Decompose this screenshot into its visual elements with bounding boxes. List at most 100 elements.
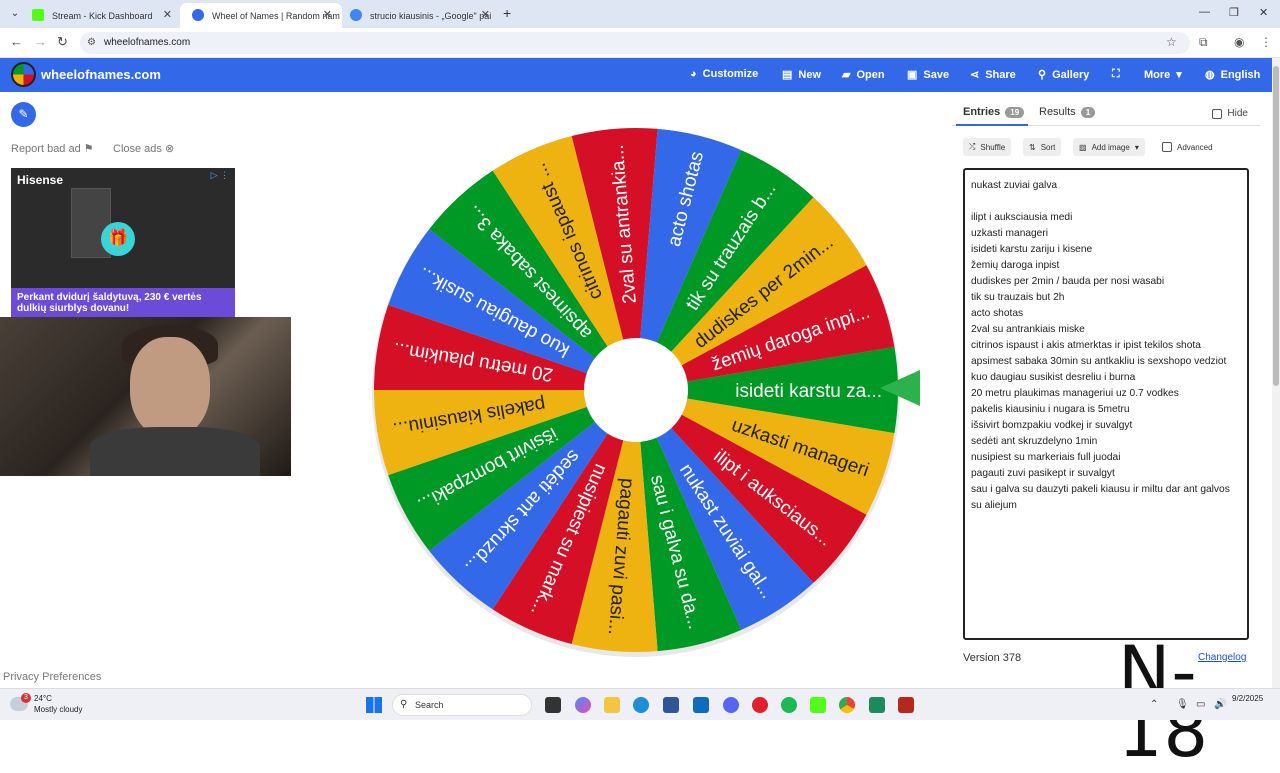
address-bar-row: ← → ↻ ⚙ wheelofnames.com ☆ ⧉ ◉ ⋮ xyxy=(0,28,1280,58)
report-bad-ad-link[interactable]: Report bad ad ⚑ xyxy=(11,142,94,155)
tab-title: Wheel of Names | Random nam xyxy=(212,10,340,21)
open-button[interactable]: ▰ Open xyxy=(842,68,885,82)
kick-favicon-icon xyxy=(32,9,44,21)
folder-icon: ▰ xyxy=(842,69,851,81)
entry-line: ilipt i auksciausia medi xyxy=(971,212,1073,223)
volume-icon[interactable]: 🔊 xyxy=(1214,699,1226,710)
entry-line: 2val su antrankiais miske xyxy=(971,324,1085,335)
gallery-button[interactable]: ⚲ Gallery xyxy=(1038,68,1089,82)
sort-button[interactable]: ⇅ Sort xyxy=(1023,138,1062,156)
close-tab-icon[interactable]: ✕ xyxy=(481,8,490,21)
entry-line: citrinos ispaust i akis atmerktas ir ipi… xyxy=(971,340,1201,351)
tab-kick-dashboard[interactable]: Stream - Kick Dashboard ✕ xyxy=(20,3,182,28)
reload-icon[interactable]: ↻ xyxy=(57,34,68,50)
bookmark-star-icon[interactable]: ☆ xyxy=(1166,35,1177,49)
results-count-badge: 1 xyxy=(1080,106,1096,118)
profile-icon[interactable]: ◉ xyxy=(1234,35,1244,49)
spotify-icon[interactable] xyxy=(781,697,797,713)
spin-wheel[interactable]: isideti karstu za...uzkasti manageriilip… xyxy=(366,120,906,660)
chrome-icon[interactable] xyxy=(839,697,855,713)
entry-line: apsimest sabaka 30min su antkakliu is se… xyxy=(971,356,1227,367)
brand-title[interactable]: wheelofnames.com xyxy=(41,67,161,82)
entries-sidebar: Entries 19 Results 1 Hide ⤮ Shuffle ⇅ Sort ▨… xyxy=(952,96,1260,680)
ad-promo-text: Perkant dvidurį šaldytuvą, 230 € vertės … xyxy=(11,288,235,318)
scrollbar-thumb[interactable] xyxy=(1273,66,1279,386)
tab-entries[interactable]: Entries 19 xyxy=(963,106,1025,118)
add-image-label: Add image xyxy=(1091,142,1130,152)
wheel-logo-icon[interactable] xyxy=(11,62,36,87)
hide-checkbox[interactable]: Hide xyxy=(1212,108,1248,119)
close-tab-icon[interactable]: ✕ xyxy=(323,8,332,21)
page-scrollbar[interactable] xyxy=(1272,58,1280,688)
caret-down-icon: ▾ xyxy=(1176,69,1182,81)
site-info-icon[interactable]: ⚙ xyxy=(87,32,96,54)
checkbox-icon xyxy=(1212,108,1223,119)
task-view-icon[interactable] xyxy=(545,697,561,713)
microphone-icon[interactable]: 🎙 xyxy=(1176,699,1189,710)
browser-menu-icon[interactable]: ⋮ xyxy=(1260,35,1272,49)
url-field[interactable]: ⚙ wheelofnames.com xyxy=(80,32,1190,54)
restore-window-button[interactable]: ❐ xyxy=(1229,6,1239,19)
wheel-container[interactable]: isideti karstu za... uzkasti manageri ilip… xyxy=(366,120,906,660)
entry-line: nukast zuviai galva xyxy=(971,180,1058,191)
save-button[interactable]: ▣ Save xyxy=(907,68,949,82)
share-button[interactable]: ⋖ Share xyxy=(970,68,1016,82)
more-label: More xyxy=(1144,68,1171,81)
fullscreen-icon: ⛶ xyxy=(1112,68,1120,80)
close-tab-icon[interactable]: ✕ xyxy=(163,8,172,21)
entry-line: išsivirt bomzpakiu vodkej ir suvalgyt xyxy=(971,420,1133,431)
edit-pencil-button[interactable]: ✎ xyxy=(11,102,36,127)
streamer-shirt xyxy=(90,427,260,476)
kick-icon[interactable] xyxy=(810,697,826,713)
clock[interactable]: 9/2/2025 xyxy=(1232,693,1263,705)
network-icon[interactable]: ▭ xyxy=(1196,699,1205,710)
search-icon: ⚲ xyxy=(1038,69,1047,81)
entries-tab-label: Entries xyxy=(963,106,1001,118)
forward-icon[interactable]: → xyxy=(34,34,47,49)
weather-widget[interactable]: 3 24°C Mostly cloudy xyxy=(10,693,82,715)
sort-icon: ⇅ xyxy=(1029,142,1036,152)
back-icon[interactable]: ← xyxy=(10,34,23,49)
windows-start-icon[interactable] xyxy=(366,697,382,713)
tab-google-search[interactable]: strucio kiausinis - „Google" pai ✕ xyxy=(338,3,500,28)
close-window-button[interactable]: ✕ xyxy=(1259,6,1268,19)
privacy-preferences-link[interactable]: Privacy Preferences xyxy=(3,671,101,683)
file-explorer-icon[interactable] xyxy=(604,697,620,713)
wheel-center-hub[interactable] xyxy=(584,338,688,442)
new-button[interactable]: ▤ New xyxy=(782,68,821,82)
extensions-icon[interactable]: ⧉ xyxy=(1199,35,1208,50)
advanced-checkbox[interactable]: Advanced xyxy=(1162,142,1213,152)
entries-textarea[interactable]: nukast zuviai galva ilipt i auksciausia m… xyxy=(963,168,1249,640)
entry-line: žemių daroga inpist xyxy=(971,260,1060,271)
shield-app-icon[interactable] xyxy=(898,697,914,713)
entry-line: dudiskes per 2min / bauda per nosi wasab… xyxy=(971,276,1165,287)
advertisement-banner[interactable]: Hisense ▷ ⋮ 🎁 Perkant dvidurį šaldytuvą,… xyxy=(11,168,235,318)
fullscreen-button[interactable]: ⛶ xyxy=(1112,68,1120,81)
store-icon[interactable] xyxy=(663,697,679,713)
adchoices-icon[interactable]: ▷ ⋮ xyxy=(211,170,229,181)
hide-label: Hide xyxy=(1227,108,1248,119)
sort-label: Sort xyxy=(1040,142,1056,152)
shuffle-button[interactable]: ⤮ Shuffle xyxy=(963,138,1012,156)
new-tab-button[interactable]: + xyxy=(503,5,511,21)
taskbar-search[interactable]: ⚲ Search xyxy=(392,694,532,716)
close-ads-link[interactable]: Close ads ⊗ xyxy=(113,142,174,155)
more-menu-button[interactable]: More ▾ xyxy=(1144,68,1182,82)
floppy-icon: ▣ xyxy=(907,69,918,81)
app-icon[interactable] xyxy=(869,697,885,713)
add-image-button[interactable]: ▨ Add image ▾ xyxy=(1073,138,1145,156)
ad-brand: Hisense xyxy=(17,173,64,187)
opera-icon[interactable] xyxy=(752,697,768,713)
tab-wheel-of-names[interactable]: Wheel of Names | Random nam ✕ xyxy=(180,3,342,28)
minimize-window-button[interactable]: — xyxy=(1199,6,1210,18)
copilot-icon[interactable] xyxy=(575,697,591,713)
tray-overflow-icon[interactable]: ⌃ xyxy=(1150,699,1158,710)
results-tab-label: Results xyxy=(1039,106,1076,118)
discord-icon[interactable] xyxy=(723,697,739,713)
language-button[interactable]: ◍ English xyxy=(1205,68,1260,82)
entry-line: isideti karstu zariju i kisene xyxy=(971,244,1093,255)
customize-button[interactable]: ◕ Customize xyxy=(690,68,758,80)
tab-results[interactable]: Results 1 xyxy=(1039,106,1096,118)
outlook-icon[interactable] xyxy=(693,697,709,713)
edge-icon[interactable] xyxy=(633,697,649,713)
